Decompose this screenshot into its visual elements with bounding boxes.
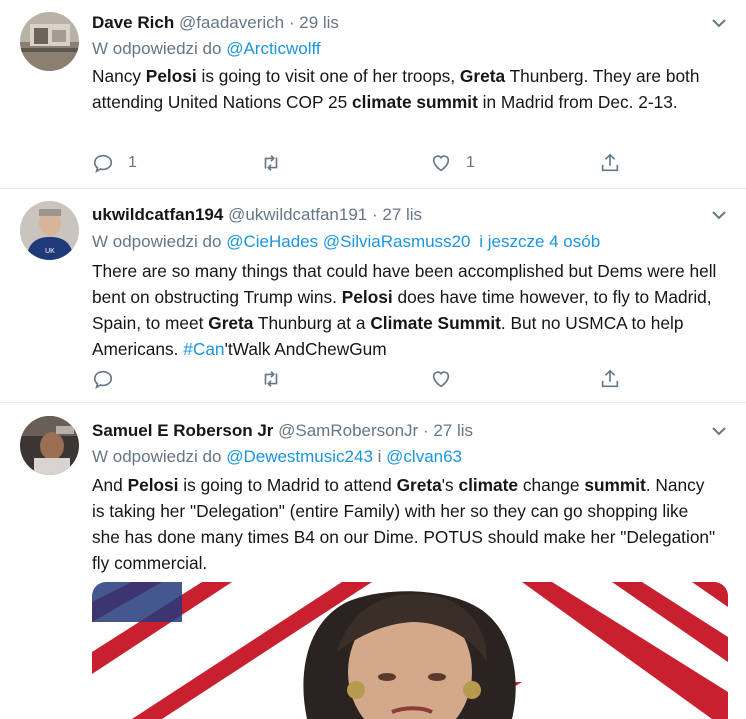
reply-button[interactable] xyxy=(92,367,114,391)
reply-prefix: W odpowiedzi do xyxy=(92,232,222,251)
reply-icon xyxy=(93,370,113,389)
timestamp[interactable]: 27 lis xyxy=(433,421,473,440)
display-name[interactable]: Dave Rich xyxy=(92,13,174,32)
tweet-header: Dave Rich @faadaverich · 29 lis xyxy=(92,12,339,34)
reply-context: W odpowiedzi do @Dewestmusic243 i @clvan… xyxy=(92,446,462,468)
retweet-icon xyxy=(264,155,278,171)
retweet-icon xyxy=(264,371,278,387)
highlighted-term: summit xyxy=(584,475,646,495)
avatar[interactable]: UK xyxy=(20,201,79,260)
share-icon xyxy=(601,369,619,388)
reply-more-link[interactable]: i jeszcze 4 osób xyxy=(479,232,600,251)
chevron-down-icon[interactable] xyxy=(710,14,728,32)
highlighted-term: Pelosi xyxy=(341,287,393,307)
text-segment: change xyxy=(518,475,585,495)
like-count: 1 xyxy=(466,154,475,171)
like-icon xyxy=(432,371,450,388)
share-button[interactable] xyxy=(599,367,621,391)
tweet-actions: 1 1 xyxy=(92,151,632,175)
reply-mention-link[interactable]: @SilviaRasmuss20 xyxy=(323,232,471,251)
text-segment: is going to Madrid to attend xyxy=(178,475,397,495)
tweet-1[interactable]: Dave Rich @faadaverich · 29 lis W odpowi… xyxy=(0,0,746,189)
like-button[interactable]: 1 xyxy=(430,151,475,175)
highlighted-term: climate xyxy=(458,475,519,495)
reply-join: i xyxy=(377,447,382,466)
tweet-3[interactable]: Samuel E Roberson Jr @SamRobersonJr · 27… xyxy=(0,403,746,719)
reply-prefix: W odpowiedzi do xyxy=(92,447,222,466)
text-segment: in Madrid from Dec. 2-13. xyxy=(477,92,678,112)
highlighted-term: Pelosi xyxy=(127,475,179,495)
retweet-button[interactable] xyxy=(260,367,282,391)
highlighted-term: climate summit xyxy=(352,92,478,112)
text-segment: And xyxy=(92,475,128,495)
text-segment: Nancy xyxy=(92,66,146,86)
reply-context: W odpowiedzi do @Arcticwolff xyxy=(92,38,321,60)
separator-dot: · xyxy=(422,421,429,440)
reply-mention-link[interactable]: @clvan63 xyxy=(386,447,462,466)
reply-prefix: W odpowiedzi do xyxy=(92,39,222,58)
tweet-text: Nancy Pelosi is going to visit one of he… xyxy=(92,63,717,115)
like-icon xyxy=(432,155,450,172)
reply-icon xyxy=(93,154,113,173)
reply-context: W odpowiedzi do @CieHades @SilviaRasmuss… xyxy=(92,231,600,253)
reply-button[interactable]: 1 xyxy=(92,151,137,175)
text-segment: is going to visit one of her troops, xyxy=(196,66,460,86)
highlighted-term: Pelosi xyxy=(145,66,197,86)
highlighted-term: Climate Summit xyxy=(370,313,501,333)
tweet-media-photo[interactable] xyxy=(92,582,728,719)
reply-count: 1 xyxy=(128,154,137,171)
tweet-header: ukwildcatfan194 @ukwildcatfan191 · 27 li… xyxy=(92,204,422,226)
display-name[interactable]: ukwildcatfan194 xyxy=(92,205,223,224)
user-handle[interactable]: @faadaverich xyxy=(179,13,284,32)
hashtag-link[interactable]: #Can xyxy=(183,339,224,359)
tweet-text: And Pelosi is going to Madrid to attend … xyxy=(92,472,717,576)
share-icon xyxy=(601,153,619,172)
tweet-header: Samuel E Roberson Jr @SamRobersonJr · 27… xyxy=(92,420,473,442)
timestamp[interactable]: 27 lis xyxy=(382,205,422,224)
tweet-2[interactable]: UK ukwildcatfan194 @ukwildcatfan191 · 27… xyxy=(0,189,746,403)
avatar[interactable] xyxy=(20,12,79,71)
chevron-down-icon[interactable] xyxy=(710,206,728,224)
text-segment: 's xyxy=(441,475,459,495)
user-handle[interactable]: @SamRobersonJr xyxy=(278,421,418,440)
like-button[interactable] xyxy=(430,367,452,391)
separator-dot: · xyxy=(288,13,295,32)
reply-mention-link[interactable]: @Dewestmusic243 xyxy=(226,447,373,466)
user-handle[interactable]: @ukwildcatfan191 xyxy=(228,205,367,224)
tweet-text: There are so many things that could have… xyxy=(92,258,717,362)
display-name[interactable]: Samuel E Roberson Jr xyxy=(92,421,273,440)
retweet-button[interactable] xyxy=(260,151,282,175)
share-button[interactable] xyxy=(599,151,621,175)
text-segment: Thunburg at a xyxy=(253,313,371,333)
highlighted-term: Greta xyxy=(459,66,506,86)
reply-mention-link[interactable]: @CieHades xyxy=(226,232,318,251)
avatar[interactable] xyxy=(20,416,79,475)
chevron-down-icon[interactable] xyxy=(710,422,728,440)
highlighted-term: Greta xyxy=(396,475,442,495)
tweet-actions xyxy=(92,367,632,391)
separator-dot: · xyxy=(371,205,378,224)
text-segment: 'tWalk AndChewGum xyxy=(224,339,387,359)
highlighted-term: Greta xyxy=(208,313,254,333)
svg-text:UK: UK xyxy=(45,248,55,255)
timestamp[interactable]: 29 lis xyxy=(299,13,339,32)
reply-mention-link[interactable]: @Arcticwolff xyxy=(226,39,320,58)
